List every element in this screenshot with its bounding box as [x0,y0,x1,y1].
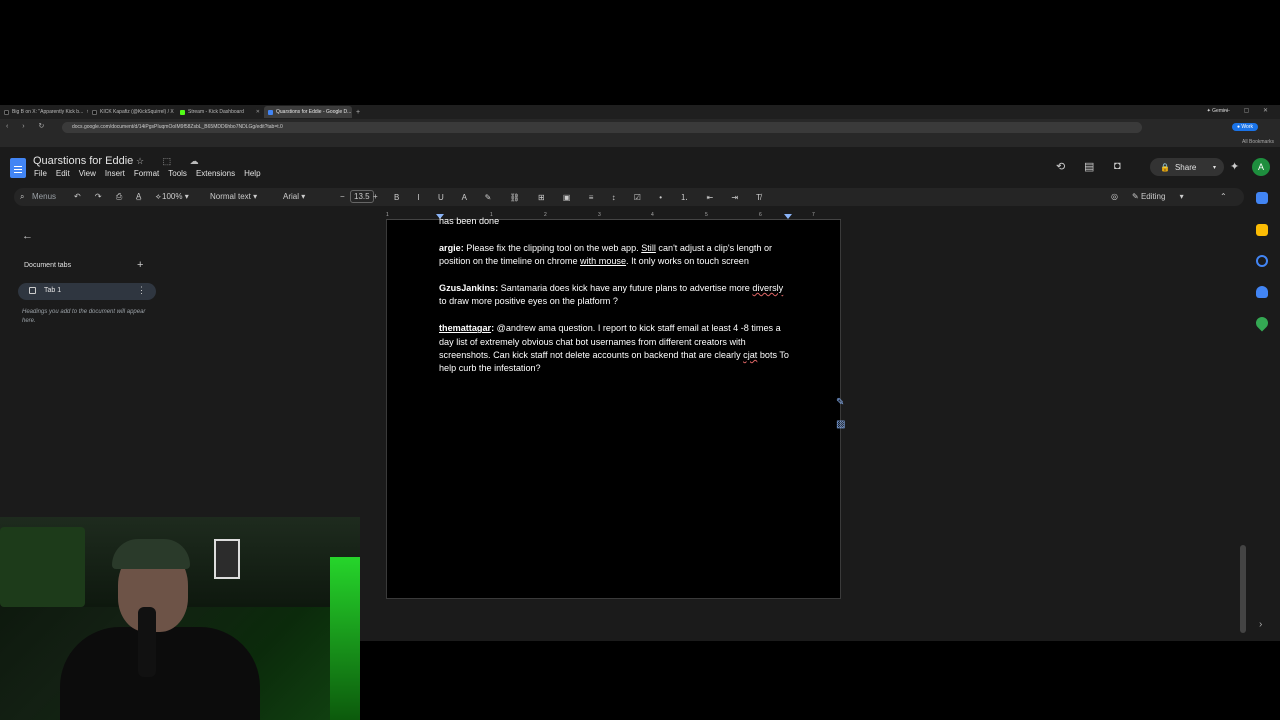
header-actions: ⟲ ▤ ◘ 🔒 Share ▾ ✦ A [1050,158,1270,176]
webcam-microphone [138,607,156,677]
style-select[interactable]: Normal text ▾ [210,192,257,201]
browser-tab[interactable]: KICK Kapafiz (@KickSquirrel) / X✕ [88,106,176,118]
keep-icon[interactable] [1256,224,1268,236]
all-bookmarks[interactable]: All Bookmarks [1242,139,1274,145]
title-icons[interactable]: ☆ ⬚ ☁ [136,156,207,167]
menu-edit[interactable]: Edit [56,169,70,178]
font-size-decrease[interactable]: − [340,192,345,201]
menu-format[interactable]: Format [134,169,159,178]
format-icons[interactable]: B I U A ✎ ⛓ ⊞ ▣ ≡ ↕ ☑ • ⒈ ⇤ ⇥ T̸ [394,192,769,203]
webcam-poster [0,527,85,607]
new-tab-button[interactable]: + [356,109,360,116]
font-select[interactable]: Arial ▾ [283,192,305,201]
suggest-edit-icon[interactable]: ✎ [836,392,845,414]
scrollbar[interactable] [1240,545,1246,633]
search-icon[interactable]: ⌕ [20,192,24,202]
search-menus[interactable]: Menus [32,192,56,201]
gemini-icon[interactable]: ✦ [1230,160,1239,173]
docs-logo-icon[interactable] [10,158,26,178]
floating-edit-actions: ✎ ▨ [836,392,845,436]
menu-extensions[interactable]: Extensions [196,169,235,178]
sidebar-tab-1[interactable]: Tab 1 ⋮ [18,283,156,300]
menu-view[interactable]: View [79,169,96,178]
font-size-field[interactable]: 13.5 [350,190,374,203]
webcam-person-cap [112,539,190,569]
add-tab-button[interactable]: + [137,259,143,271]
menu-tools[interactable]: Tools [168,169,187,178]
browser-tab-active[interactable]: Quarstions for Eddie - Google D...✕ [264,106,352,118]
spark-icon[interactable]: ◎ [1111,192,1118,201]
undo-redo-print-icons[interactable]: ↶ ↷ ⎙ A̲ ⟡ [74,192,167,202]
maps-icon[interactable] [1253,314,1271,332]
kick-icon [180,109,185,115]
browser-tab-bar: Big B on X: "Apparently Kick b...✕ KICK … [0,105,1280,119]
menu-insert[interactable]: Insert [105,169,125,178]
browser-tab[interactable]: Stream - Kick Dashboard ✕ [176,106,264,118]
document-body[interactable]: has been done argie: Please fix the clip… [439,216,789,389]
url-field[interactable]: docs.google.com/document/d/14iPgsPIuqmOo… [62,122,1142,133]
document-tabs-heading: Document tabs [24,262,72,269]
bookmarks-bar: All Bookmarks [0,136,1280,147]
window-controls[interactable]: — ▢ ✕ [1224,107,1274,114]
paragraph: argie: Please fix the clipping tool on t… [439,242,773,267]
tasks-icon[interactable] [1256,255,1268,267]
document-tab-icon [29,287,36,294]
menu-bar: File Edit View Insert Format Tools Exten… [34,169,261,178]
avatar[interactable]: A [1252,158,1270,176]
x-icon [4,109,9,115]
side-panel-rail [1250,188,1278,338]
collapse-toolbar-icon[interactable]: ⌃ [1220,192,1227,201]
editing-mode-select[interactable]: ✎ Editing ▾ [1132,192,1184,201]
image-edit-icon[interactable]: ▨ [836,414,845,436]
comments-icon[interactable]: ▤ [1084,160,1094,173]
document-title[interactable]: Quarstions for Eddie [33,155,133,167]
nav-buttons[interactable]: ‹ › ↻ [6,122,50,130]
address-bar-row: ‹ › ↻ docs.google.com/document/d/14iPgsP… [0,119,1280,136]
ruler-number: 1 [386,212,389,218]
webcam-wall-frame [214,539,240,579]
chevron-down-icon: ▾ [1212,164,1216,171]
expand-panel-icon[interactable]: › [1259,619,1262,630]
browser-tab[interactable]: Big B on X: "Apparently Kick b...✕ [0,106,88,118]
back-arrow-icon[interactable]: ← [22,230,33,242]
contacts-icon[interactable] [1256,286,1268,298]
version-history-icon[interactable]: ⟲ [1056,160,1065,173]
headings-hint: Headings you add to the document will ap… [22,309,146,324]
zoom-select[interactable]: 100% ▾ [162,192,189,201]
menu-file[interactable]: File [34,169,47,178]
docs-icon [268,109,273,115]
more-options-icon[interactable]: ⋮ [137,285,146,296]
webcam-overlay [0,517,360,720]
work-profile-button[interactable]: ● Work [1232,123,1258,131]
paragraph: themattagar: @andrew ama question. I rep… [439,323,789,374]
meet-icon[interactable]: ◘ [1114,160,1121,172]
x-icon [92,109,97,115]
webcam-green-light [330,557,360,720]
webcam-person-body [60,627,260,720]
close-tab-icon[interactable]: ✕ [256,109,260,115]
font-size-increase[interactable]: + [373,192,378,201]
share-button[interactable]: 🔒 Share ▾ [1150,158,1224,176]
menu-help[interactable]: Help [244,169,260,178]
formatting-toolbar: ⌕ Menus ↶ ↷ ⎙ A̲ ⟡ 100% ▾ Normal text ▾ … [14,188,1244,206]
lock-icon: 🔒 [1160,162,1170,172]
calendar-icon[interactable] [1256,192,1268,204]
paragraph: GzusJankins: Santamaria does kick have a… [439,283,784,307]
ruler-number: 7 [812,212,815,218]
tab-label: Tab 1 [44,287,62,294]
paragraph: has been done [439,216,500,226]
